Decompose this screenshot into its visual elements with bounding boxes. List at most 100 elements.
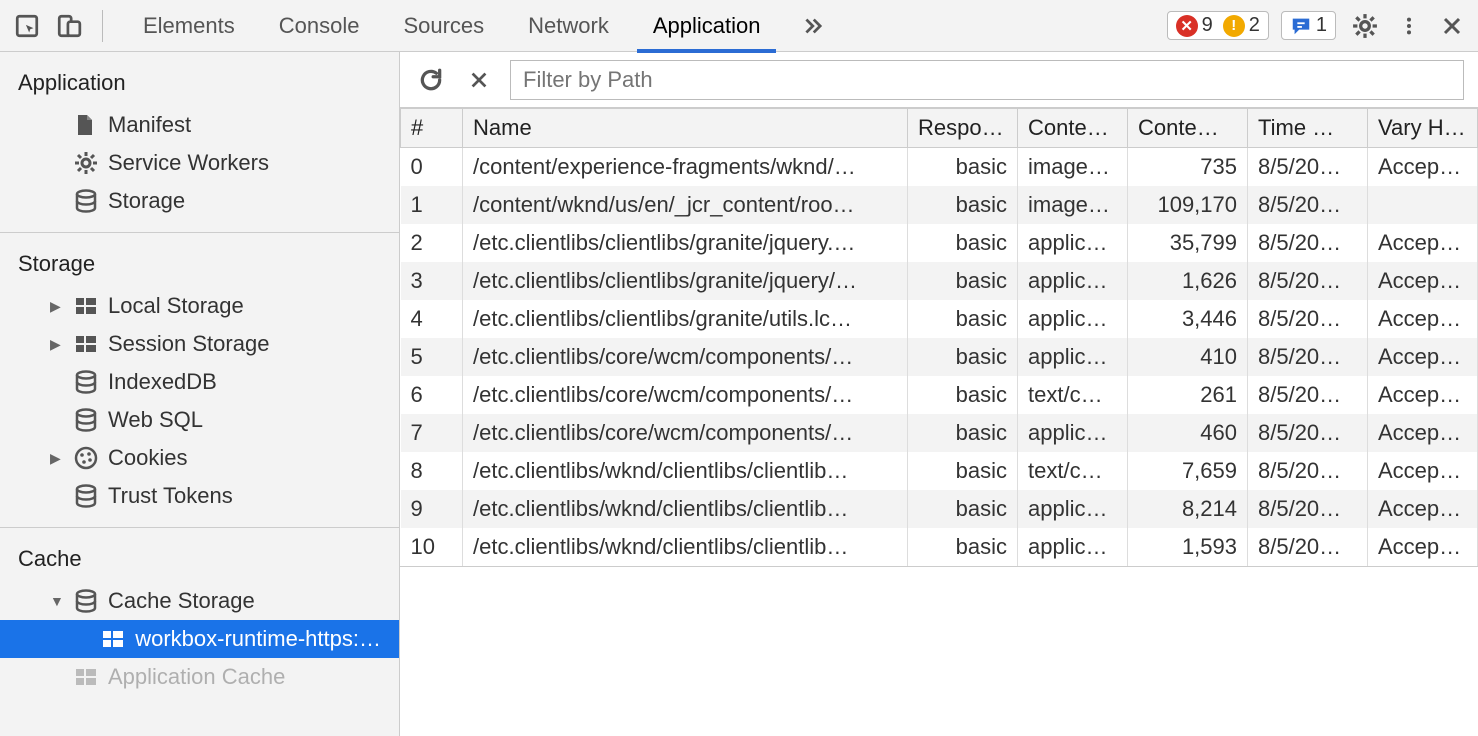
cell: 109,170 bbox=[1128, 186, 1248, 224]
issues-badge[interactable]: 1 bbox=[1281, 11, 1336, 40]
table-row[interactable]: 7/etc.clientlibs/core/wcm/components/…ba… bbox=[401, 414, 1478, 452]
more-tabs-icon[interactable] bbox=[796, 11, 826, 41]
cell: Accep… bbox=[1368, 376, 1478, 414]
tab-console[interactable]: Console bbox=[257, 0, 382, 52]
table-row[interactable]: 5/etc.clientlibs/core/wcm/components/…ba… bbox=[401, 338, 1478, 376]
errors-warnings-badge[interactable]: ✕9 !2 bbox=[1167, 11, 1269, 40]
col-header[interactable]: Time … bbox=[1248, 109, 1368, 148]
filter-input[interactable] bbox=[510, 60, 1464, 100]
warning-icon: ! bbox=[1223, 15, 1245, 37]
cell: 10 bbox=[401, 528, 463, 566]
cell: 1,593 bbox=[1128, 528, 1248, 566]
cell: 8/5/20… bbox=[1248, 452, 1368, 490]
cell: Accep… bbox=[1368, 262, 1478, 300]
cell: Accep… bbox=[1368, 224, 1478, 262]
expand-arrow-icon: ▶ bbox=[50, 298, 64, 315]
cell: /etc.clientlibs/clientlibs/granite/jquer… bbox=[463, 262, 908, 300]
sidebar-item-session-storage[interactable]: ▶Session Storage bbox=[0, 325, 399, 363]
cell: 9 bbox=[401, 490, 463, 528]
tab-sources[interactable]: Sources bbox=[381, 0, 506, 52]
col-header[interactable]: Conte… bbox=[1018, 109, 1128, 148]
col-header[interactable]: Name bbox=[463, 109, 908, 148]
table-row[interactable]: 2/etc.clientlibs/clientlibs/granite/jque… bbox=[401, 224, 1478, 262]
cell: 735 bbox=[1128, 148, 1248, 187]
gear-icon[interactable] bbox=[1348, 9, 1382, 43]
divider bbox=[102, 10, 103, 42]
tab-application[interactable]: Application bbox=[631, 0, 783, 52]
cell: basic bbox=[908, 262, 1018, 300]
table-row[interactable]: 10/etc.clientlibs/wknd/clientlibs/client… bbox=[401, 528, 1478, 566]
cell: 8/5/20… bbox=[1248, 490, 1368, 528]
sidebar-item-trust-tokens[interactable]: Trust Tokens bbox=[0, 477, 399, 515]
tab-network[interactable]: Network bbox=[506, 0, 631, 52]
inspect-icon[interactable] bbox=[10, 9, 44, 43]
sidebar-item-storage[interactable]: Storage bbox=[0, 182, 399, 220]
table-row[interactable]: 9/etc.clientlibs/wknd/clientlibs/clientl… bbox=[401, 490, 1478, 528]
cell: applic… bbox=[1018, 262, 1128, 300]
cell: basic bbox=[908, 224, 1018, 262]
col-header[interactable]: Vary H… bbox=[1368, 109, 1478, 148]
sidebar-item-label: Trust Tokens bbox=[108, 483, 233, 509]
cell: applic… bbox=[1018, 528, 1128, 566]
sidebar-item-local-storage[interactable]: ▶ Local Storage bbox=[0, 287, 399, 325]
table-row[interactable]: 8/etc.clientlibs/wknd/clientlibs/clientl… bbox=[401, 452, 1478, 490]
table-row[interactable]: 0/content/experience-fragments/wknd/…bas… bbox=[401, 148, 1478, 187]
sidebar-item-label: Cookies bbox=[108, 445, 187, 471]
cell: /etc.clientlibs/wknd/clientlibs/clientli… bbox=[463, 528, 908, 566]
sidebar-item-label: IndexedDB bbox=[108, 369, 217, 395]
cell: text/c… bbox=[1018, 376, 1128, 414]
sidebar-item-indexeddb[interactable]: IndexedDB bbox=[0, 363, 399, 401]
cache-content: #NameRespo…Conte…Conte…Time …Vary H… 0/c… bbox=[400, 52, 1478, 736]
cell: 5 bbox=[401, 338, 463, 376]
cell: /etc.clientlibs/core/wcm/components/… bbox=[463, 414, 908, 452]
cell: 8/5/20… bbox=[1248, 414, 1368, 452]
close-icon[interactable] bbox=[1436, 10, 1468, 42]
tab-elements[interactable]: Elements bbox=[121, 0, 257, 52]
cell: basic bbox=[908, 376, 1018, 414]
db-icon bbox=[74, 589, 98, 613]
col-header[interactable]: Conte… bbox=[1128, 109, 1248, 148]
cell: Accep… bbox=[1368, 338, 1478, 376]
sidebar-item-web-sql[interactable]: Web SQL bbox=[0, 401, 399, 439]
cell: /etc.clientlibs/clientlibs/granite/utils… bbox=[463, 300, 908, 338]
cell: 8/5/20… bbox=[1248, 338, 1368, 376]
cell: /etc.clientlibs/clientlibs/granite/jquer… bbox=[463, 224, 908, 262]
sidebar-item-cookies[interactable]: ▶Cookies bbox=[0, 439, 399, 477]
sidebar-item-service-workers[interactable]: Service Workers bbox=[0, 144, 399, 182]
cache-table: #NameRespo…Conte…Conte…Time …Vary H… 0/c… bbox=[400, 108, 1478, 566]
table-row[interactable]: 4/etc.clientlibs/clientlibs/granite/util… bbox=[401, 300, 1478, 338]
kebab-icon[interactable] bbox=[1394, 9, 1424, 43]
cell: /etc.clientlibs/core/wcm/components/… bbox=[463, 376, 908, 414]
cell: 460 bbox=[1128, 414, 1248, 452]
error-icon: ✕ bbox=[1176, 15, 1198, 37]
cache-table-wrap: #NameRespo…Conte…Conte…Time …Vary H… 0/c… bbox=[400, 108, 1478, 567]
cell: basic bbox=[908, 528, 1018, 566]
table-row[interactable]: 1/content/wknd/us/en/_jcr_content/roo…ba… bbox=[401, 186, 1478, 224]
sidebar-item-label: Manifest bbox=[108, 112, 191, 138]
cell: /content/experience-fragments/wknd/… bbox=[463, 148, 908, 187]
cell: image… bbox=[1018, 148, 1128, 187]
gear-icon bbox=[74, 151, 98, 175]
cell: basic bbox=[908, 490, 1018, 528]
table-row[interactable]: 6/etc.clientlibs/core/wcm/components/…ba… bbox=[401, 376, 1478, 414]
sidebar-item-label: Local Storage bbox=[108, 293, 244, 319]
col-header[interactable]: Respo… bbox=[908, 109, 1018, 148]
db-icon bbox=[74, 408, 98, 432]
cell: /etc.clientlibs/wknd/clientlibs/clientli… bbox=[463, 490, 908, 528]
col-header[interactable]: # bbox=[401, 109, 463, 148]
cell: Accep… bbox=[1368, 452, 1478, 490]
db-icon bbox=[74, 484, 98, 508]
delete-icon[interactable] bbox=[464, 65, 494, 95]
devtools-toolbar: ElementsConsoleSourcesNetworkApplication… bbox=[0, 0, 1478, 52]
sidebar-item-workbox-runtime-https-pu[interactable]: workbox-runtime-https://pu bbox=[0, 620, 399, 658]
cell: 3,446 bbox=[1128, 300, 1248, 338]
sidebar-item-manifest[interactable]: Manifest bbox=[0, 106, 399, 144]
device-icon[interactable] bbox=[52, 9, 86, 43]
cell: 1,626 bbox=[1128, 262, 1248, 300]
sidebar-item-application-cache[interactable]: Application Cache bbox=[0, 658, 399, 696]
sidebar-item-cache-storage[interactable]: ▼Cache Storage bbox=[0, 582, 399, 620]
cell bbox=[1368, 186, 1478, 224]
cell: /etc.clientlibs/wknd/clientlibs/clientli… bbox=[463, 452, 908, 490]
refresh-icon[interactable] bbox=[414, 63, 448, 97]
table-row[interactable]: 3/etc.clientlibs/clientlibs/granite/jque… bbox=[401, 262, 1478, 300]
